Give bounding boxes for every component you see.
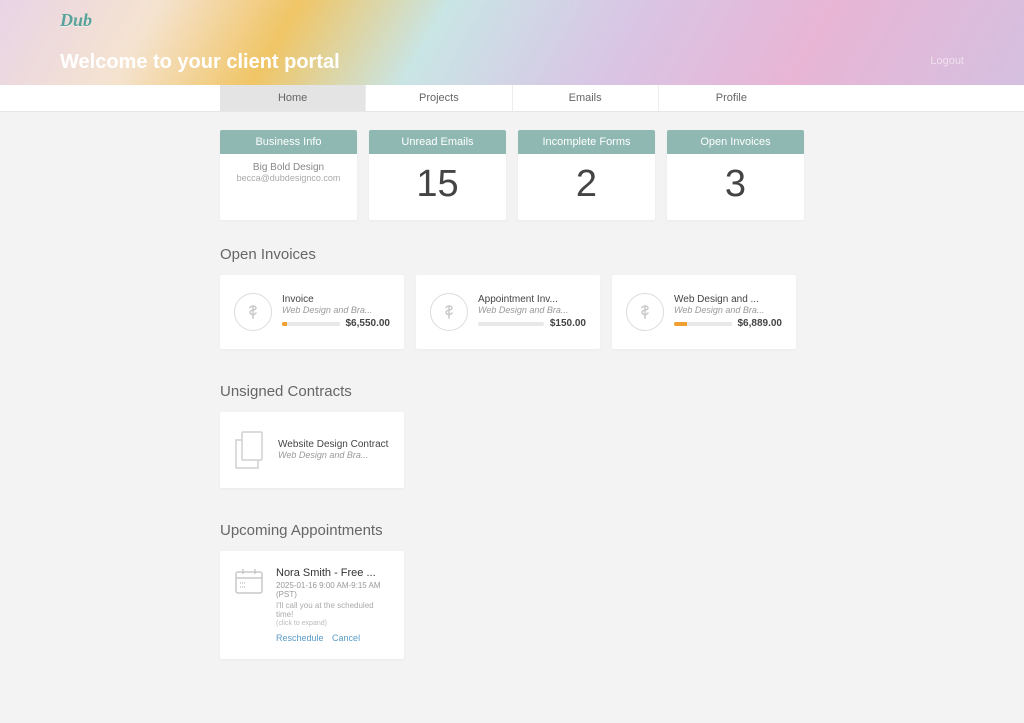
appointment-note: I'll call you at the scheduled time! (276, 601, 390, 619)
invoice-title: Invoice (282, 294, 390, 305)
stat-value: 15 (373, 162, 502, 208)
invoice-amount: $150.00 (550, 318, 586, 329)
tab-emails[interactable]: Emails (513, 85, 659, 111)
appointments-list: Nora Smith - Free ... 2025-01-16 9:00 AM… (220, 551, 804, 659)
invoice-card[interactable]: Invoice Web Design and Bra... $6,550.00 (220, 275, 404, 349)
invoice-progress (478, 322, 544, 326)
page-title: Welcome to your client portal (60, 51, 964, 74)
stat-header: Open Invoices (667, 130, 804, 154)
invoice-title: Appointment Inv... (478, 294, 586, 305)
stats-row: Business Info Big Bold Design becca@dubd… (220, 130, 804, 220)
invoice-card[interactable]: Appointment Inv... Web Design and Bra...… (416, 275, 600, 349)
business-name: Big Bold Design (224, 162, 353, 173)
section-title-upcoming-appointments: Upcoming Appointments (220, 522, 804, 539)
business-email: becca@dubdesignco.com (224, 173, 353, 183)
stat-header: Unread Emails (369, 130, 506, 154)
tab-profile[interactable]: Profile (659, 85, 804, 111)
invoice-project: Web Design and Bra... (478, 305, 586, 315)
invoice-project: Web Design and Bra... (674, 305, 782, 315)
stat-business-info[interactable]: Business Info Big Bold Design becca@dubd… (220, 130, 357, 220)
invoice-amount: $6,889.00 (738, 318, 783, 329)
appointment-card[interactable]: Nora Smith - Free ... 2025-01-16 9:00 AM… (220, 551, 404, 659)
cancel-link[interactable]: Cancel (332, 633, 360, 643)
appointment-title: Nora Smith - Free ... (276, 567, 390, 579)
main-tabs: Home Projects Emails Profile (0, 85, 1024, 112)
stat-header: Business Info (220, 130, 357, 154)
tab-home[interactable]: Home (220, 85, 366, 111)
appointment-hint: (click to expand) (276, 620, 390, 627)
section-title-open-invoices: Open Invoices (220, 246, 804, 263)
stat-header: Incomplete Forms (518, 130, 655, 154)
brand-logo: Dub (60, 10, 964, 31)
invoice-progress (674, 322, 732, 326)
stat-incomplete-forms[interactable]: Incomplete Forms 2 (518, 130, 655, 220)
hero-banner: Dub Welcome to your client portal Logout (0, 0, 1024, 85)
dollar-icon (234, 293, 272, 331)
stat-value: 3 (671, 162, 800, 208)
stat-value: 2 (522, 162, 651, 208)
calendar-icon (234, 567, 264, 595)
reschedule-link[interactable]: Reschedule (276, 633, 324, 643)
invoice-amount: $6,550.00 (346, 318, 391, 329)
stat-open-invoices[interactable]: Open Invoices 3 (667, 130, 804, 220)
contract-card[interactable]: Website Design Contract Web Design and B… (220, 412, 404, 488)
contract-title: Website Design Contract (278, 439, 390, 450)
stat-unread-emails[interactable]: Unread Emails 15 (369, 130, 506, 220)
section-title-unsigned-contracts: Unsigned Contracts (220, 383, 804, 400)
appointment-time: 2025-01-16 9:00 AM-9:15 AM (PST) (276, 581, 390, 599)
tab-projects[interactable]: Projects (366, 85, 512, 111)
dollar-icon (430, 293, 468, 331)
invoice-card[interactable]: Web Design and ... Web Design and Bra...… (612, 275, 796, 349)
open-invoices-list: Invoice Web Design and Bra... $6,550.00 … (220, 275, 804, 349)
contract-project: Web Design and Bra... (278, 450, 390, 460)
dollar-icon (626, 293, 664, 331)
unsigned-contracts-list: Website Design Contract Web Design and B… (220, 412, 804, 488)
invoice-progress (282, 322, 340, 326)
logout-link[interactable]: Logout (930, 55, 964, 67)
invoice-project: Web Design and Bra... (282, 305, 390, 315)
invoice-title: Web Design and ... (674, 294, 782, 305)
document-icon (234, 430, 268, 470)
